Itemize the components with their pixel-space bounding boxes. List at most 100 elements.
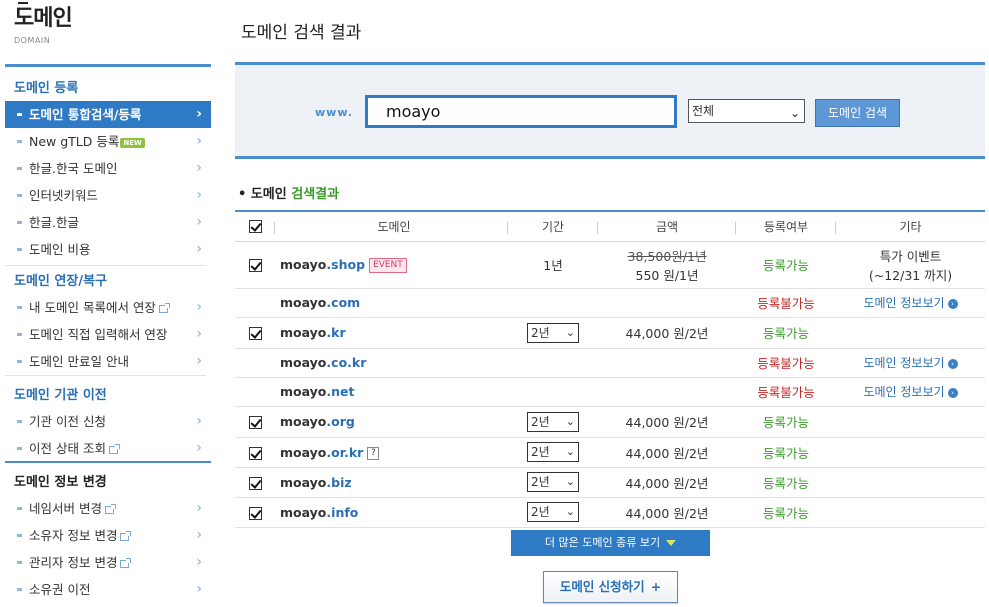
triangle-down-icon [666,540,677,546]
domain-name: moayo.biz [280,474,352,490]
external-window-icon [158,302,170,313]
sidebar-section: 도메인 연장/복구내 도메인 목록에서 연장 › 도메인 직접 입력해서 연장 › 도메… [5,270,211,375]
row-select-cell [235,467,275,498]
domain-search-input[interactable] [365,95,677,128]
row-checkbox[interactable] [248,506,262,520]
column-header-domain: 도메인 [275,210,508,242]
domain-name: moayo.shop [280,256,366,272]
plus-icon: + [650,579,662,594]
apply-domain-label: 도메인 신청하기 [559,579,645,594]
period-cell [508,288,598,318]
www-prefix-label: www. [315,106,353,119]
period-select[interactable]: 2년 ⌄ [527,411,579,432]
period-select-value: 2년 [531,505,550,519]
original-price: 38,500원/1년 [627,248,707,264]
result-heading-highlight: 검색결과 [291,187,340,202]
chevron-right-icon: › [196,160,202,176]
external-window-icon [120,557,132,568]
row-select-cell [235,348,275,378]
sidebar-item[interactable]: 소유자 정보 변경 › [5,522,211,549]
tld-filter-select[interactable]: 전체 ⌄ [688,99,805,123]
sidebar-item[interactable]: 관리자 정보 변경 › [5,549,211,576]
period-select[interactable]: 2년 ⌄ [527,502,579,522]
domain-cell: moayo.shop EVENT [275,241,508,289]
sidebar-item[interactable]: 인터넷키워드 › [5,182,211,209]
table-row: moayo.co.kr 등록불가능 도메인 정보보기 › [235,348,985,378]
sidebar-item[interactable]: 기관 이전 신청 › [5,408,211,435]
row-checkbox[interactable] [248,476,262,490]
sidebar-section-title: 도메인 등록 [14,81,79,96]
domain-cell: moayo.info [275,497,508,528]
sidebar-item-label: 한글.한글 [29,215,79,230]
domain-search-button[interactable]: 도메인 검색 [815,99,900,127]
status-cell: 등록불가능 [736,348,836,378]
chevron-down-icon: ⌄ [565,505,575,518]
table-header-row: 도메인 기간 금액 등록여부 기타 [235,210,985,242]
logo-mark [18,2,28,4]
domain-info-link[interactable]: 도메인 정보보기 › [863,385,958,399]
period-select[interactable]: 2년 ⌄ [527,472,579,492]
row-checkbox[interactable] [248,327,262,340]
row-checkbox[interactable] [248,259,262,272]
chevron-right-icon: › [196,554,202,570]
chevron-right-icon: › [196,106,202,122]
sidebar-item[interactable]: 이전 상태 조회 › [5,435,211,462]
domain-tld: .net [326,384,355,399]
period-select[interactable]: 2년 ⌄ [527,322,579,343]
chevron-right-icon: › [196,581,202,597]
price-cell [598,288,736,318]
select-all-checkbox[interactable] [248,220,262,234]
domain-cell: moayo.biz [275,467,508,498]
etc-cell [836,437,985,468]
sidebar-item[interactable]: 도메인 통합검색/등록 › [5,101,211,128]
period-select-value: 2년 [531,445,550,459]
sidebar-item[interactable]: 도메인 만료일 안내 › [5,348,211,375]
row-checkbox[interactable] [248,446,262,460]
more-domains-label: 더 많은 도메인 종류 보기 [544,536,661,549]
period-cell: 2년 ⌄ [508,317,598,349]
table-row: moayo.kr 2년 ⌄ 44,000 원/2년 등록가능 [235,317,985,349]
arrow-circle-icon: › [947,298,958,309]
price-cell: 44,000 원/2년 [598,437,736,468]
table-row: moayo.info 2년 ⌄ 44,000 원/2년 등록가능 [235,497,985,528]
sidebar-item[interactable]: New gTLD 등록 NEW › [5,128,211,155]
sidebar-item-label: 도메인 통합검색/등록 [29,107,142,122]
event-badge: EVENT [369,257,407,273]
period-cell: 2년 ⌄ [508,467,598,498]
select-all-cell [235,210,275,242]
apply-domain-button[interactable]: 도메인 신청하기 + [543,571,678,603]
sidebar-item-label: 한글.한국 도메인 [29,161,118,176]
row-select-cell [235,288,275,318]
sidebar-item[interactable]: 내 도메인 목록에서 연장 › [5,294,211,321]
status-cell: 등록가능 [736,467,836,498]
sidebar-section-title: 도메인 연장/복구 [14,274,107,289]
more-domains-button[interactable]: 더 많은 도메인 종류 보기 [511,530,710,556]
sidebar-item[interactable]: 도메인 비용 › [5,236,211,263]
status-cell: 등록가능 [736,406,836,438]
domain-name: moayo.net [280,384,355,399]
help-icon[interactable]: ? [367,446,380,460]
sidebar-section: 도메인 등록 도메인 통합검색/등록 › New gTLD 등록 NEW › 한글.한국 도… [5,64,211,263]
row-select-cell [235,377,275,407]
chevron-right-icon: › [196,299,202,315]
sidebar-item[interactable]: 한글.한글 › [5,209,211,236]
price: 44,000 원/2년 [625,505,709,521]
period-select[interactable]: 2년 ⌄ [527,442,579,462]
domain-cell: moayo.net [275,377,508,407]
sidebar-item[interactable]: 한글.한국 도메인 › [5,155,211,182]
domain-info-link[interactable]: 도메인 정보보기 › [863,356,958,370]
sidebar-item[interactable]: 네임서버 변경 › [5,495,211,522]
row-checkbox[interactable] [248,416,262,429]
period-select-value: 2년 [531,414,550,429]
sidebar-section: 도메인 기관 이전 기관 이전 신청 › 이전 상태 조회 › [5,384,211,462]
sidebar-item-label: 관리자 정보 변경 [29,555,118,570]
domain-cell: moayo.com [275,288,508,318]
domain-tld: .or.kr [326,444,364,460]
sidebar-item[interactable]: 도메인 직접 입력해서 연장 › [5,321,211,348]
etc-cell: 도메인 정보보기 › [836,348,985,378]
chevron-right-icon: › [196,353,202,369]
sidebar-item[interactable]: 소유권 이전 › [5,576,211,603]
price-cell [598,377,736,407]
event-period: (~12/31 까지) [868,267,953,283]
domain-info-link[interactable]: 도메인 정보보기 › [863,296,958,310]
